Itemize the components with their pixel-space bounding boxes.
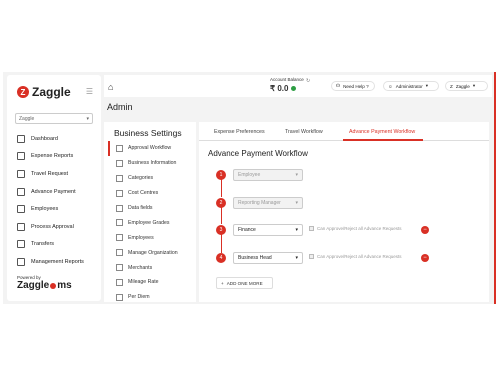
step-number: 3	[216, 225, 226, 235]
dashboard-icon	[17, 134, 25, 143]
app-window: Z Zaggle ☰ Zaggle ▾ Dashboard Expense Re…	[3, 72, 496, 304]
settings-item-employee-grades[interactable]: Employee Grades	[108, 215, 196, 230]
data-field-icon	[116, 204, 123, 212]
merchant-icon	[116, 264, 123, 272]
sidebar-nav: Dashboard Expense Reports Travel Request…	[17, 130, 97, 271]
chevron-down-icon: ▾	[86, 115, 89, 122]
step-number: 4	[216, 253, 226, 263]
chevron-down-icon: ▾	[472, 83, 476, 88]
topbar: ⌂ Account Balance ₹ 0.0 ↻ ☊ Need Help ? …	[104, 75, 492, 97]
workflow-panel: Expense Preferences Travel Workflow Adva…	[199, 122, 489, 302]
travel-icon	[17, 169, 25, 178]
company-avatar: Z	[450, 83, 453, 89]
category-icon	[116, 174, 123, 182]
status-dot-icon	[291, 86, 297, 91]
plus-icon: +	[221, 280, 224, 286]
settings-item-per-diem[interactable]: Per Diem	[108, 290, 196, 304]
tab-advance-payment-workflow[interactable]: Advance Payment Workflow	[349, 129, 415, 135]
step-number: 2	[216, 198, 226, 208]
approver-select: Reporting Manager ▾	[233, 197, 303, 209]
cost-centre-icon	[116, 189, 123, 197]
workflow-step: 3 Finance ▾ Can Approve/Reject all Advan…	[199, 223, 489, 237]
remove-step-icon[interactable]: −	[421, 254, 429, 262]
workflow-step: 2 Reporting Manager ▾	[199, 196, 489, 210]
chevron-down-icon: ▾	[425, 83, 429, 88]
chart-icon	[17, 257, 25, 266]
users-icon	[116, 234, 123, 242]
chevron-down-icon: ▾	[295, 200, 298, 206]
approve-all-checkbox[interactable]: Can Approve/Reject all Advance Requests	[309, 254, 402, 259]
sidebar: Z Zaggle ☰ Zaggle ▾ Dashboard Expense Re…	[7, 75, 101, 301]
users-icon	[17, 205, 25, 214]
chevron-down-icon: ▾	[295, 227, 298, 233]
settings-item-mileage-rate[interactable]: Mileage Rate	[108, 275, 196, 290]
approver-select[interactable]: Finance ▾	[233, 224, 303, 236]
tab-travel-workflow[interactable]: Travel Workflow	[285, 129, 323, 135]
hamburger-icon[interactable]: ☰	[86, 87, 93, 96]
sidebar-item-management-reports[interactable]: Management Reports	[17, 253, 97, 271]
workflow-step: 4 Business Head ▾ Can Approve/Reject all…	[199, 251, 489, 265]
logo-dot-icon	[50, 282, 57, 289]
help-button[interactable]: ☊ Need Help ?	[331, 81, 375, 91]
remove-step-icon[interactable]: −	[421, 226, 429, 234]
approval-icon	[17, 222, 25, 231]
account-balance: Account Balance ₹ 0.0	[270, 77, 304, 93]
approver-select: Employee ▾	[233, 169, 303, 181]
logo-mark-icon: Z	[17, 86, 29, 98]
report-icon	[17, 152, 25, 161]
approver-select[interactable]: Business Head ▾	[233, 252, 303, 264]
zaggle-logo: Z Zaggle	[17, 85, 71, 99]
settings-item-data-fields[interactable]: Data fields	[108, 201, 196, 216]
approve-all-checkbox[interactable]: Can Approve/Reject all Advance Requests	[309, 226, 402, 231]
sidebar-item-advance-payment[interactable]: Advance Payment	[17, 183, 97, 201]
scroll-accent	[494, 72, 496, 304]
home-icon[interactable]: ⌂	[108, 82, 113, 92]
sidebar-item-expense-reports[interactable]: Expense Reports	[17, 148, 97, 166]
info-icon	[116, 159, 123, 167]
step-number: 1	[216, 170, 226, 180]
settings-item-approval-workflow[interactable]: Approval Workflow	[108, 141, 196, 156]
organization-icon	[116, 249, 123, 257]
settings-panel: Business Settings Approval Workflow Busi…	[104, 122, 196, 302]
sidebar-item-transfers[interactable]: Transfers	[17, 236, 97, 254]
grade-icon	[116, 219, 123, 227]
company-select[interactable]: Zaggle ▾	[15, 113, 93, 124]
transfer-icon	[17, 240, 25, 249]
workflow-icon	[116, 144, 123, 152]
settings-item-manage-organization[interactable]: Manage Organization	[108, 245, 196, 260]
page-title: Admin	[107, 102, 133, 112]
checkbox-icon	[309, 226, 314, 231]
settings-title: Business Settings	[114, 128, 182, 138]
settings-list: Approval Workflow Business Information C…	[108, 141, 196, 304]
refresh-icon[interactable]: ↻	[306, 78, 310, 84]
headset-icon: ☊	[336, 83, 341, 88]
powered-by: Powered by Zaggle ms	[17, 275, 72, 291]
chevron-down-icon: ▾	[295, 172, 298, 178]
active-tab-indicator	[343, 139, 423, 141]
mileage-icon	[116, 278, 123, 286]
chevron-down-icon: ▾	[295, 255, 298, 261]
sidebar-item-process-approval[interactable]: Process Approval	[17, 218, 97, 236]
settings-item-merchants[interactable]: Merchants	[108, 260, 196, 275]
sidebar-item-dashboard[interactable]: Dashboard	[17, 130, 97, 148]
user-icon: ☺	[388, 83, 393, 89]
settings-item-categories[interactable]: Categories	[108, 171, 196, 186]
sidebar-item-employees[interactable]: Employees	[17, 200, 97, 218]
role-dropdown[interactable]: ☺ Administrator ▾	[383, 81, 439, 91]
rupee-icon	[17, 187, 25, 196]
settings-item-cost-centres[interactable]: Cost Centres	[108, 186, 196, 201]
settings-item-business-information[interactable]: Business Information	[108, 156, 196, 171]
tab-expense-preferences[interactable]: Expense Preferences	[214, 129, 265, 135]
add-one-more-button[interactable]: + ADD ONE MORE	[216, 277, 273, 289]
company-dropdown[interactable]: Z Zaggle ▾	[445, 81, 488, 91]
checkbox-icon	[309, 254, 314, 259]
workflow-title: Advance Payment Workflow	[208, 149, 308, 158]
per-diem-icon	[116, 293, 123, 301]
settings-item-employees[interactable]: Employees	[108, 230, 196, 245]
workflow-step: 1 Employee ▾	[199, 168, 489, 182]
sidebar-item-travel-request[interactable]: Travel Request	[17, 165, 97, 183]
workflow-tabs: Expense Preferences Travel Workflow Adva…	[199, 125, 489, 141]
zaggle-ems-logo: Zaggle ms	[17, 280, 72, 291]
